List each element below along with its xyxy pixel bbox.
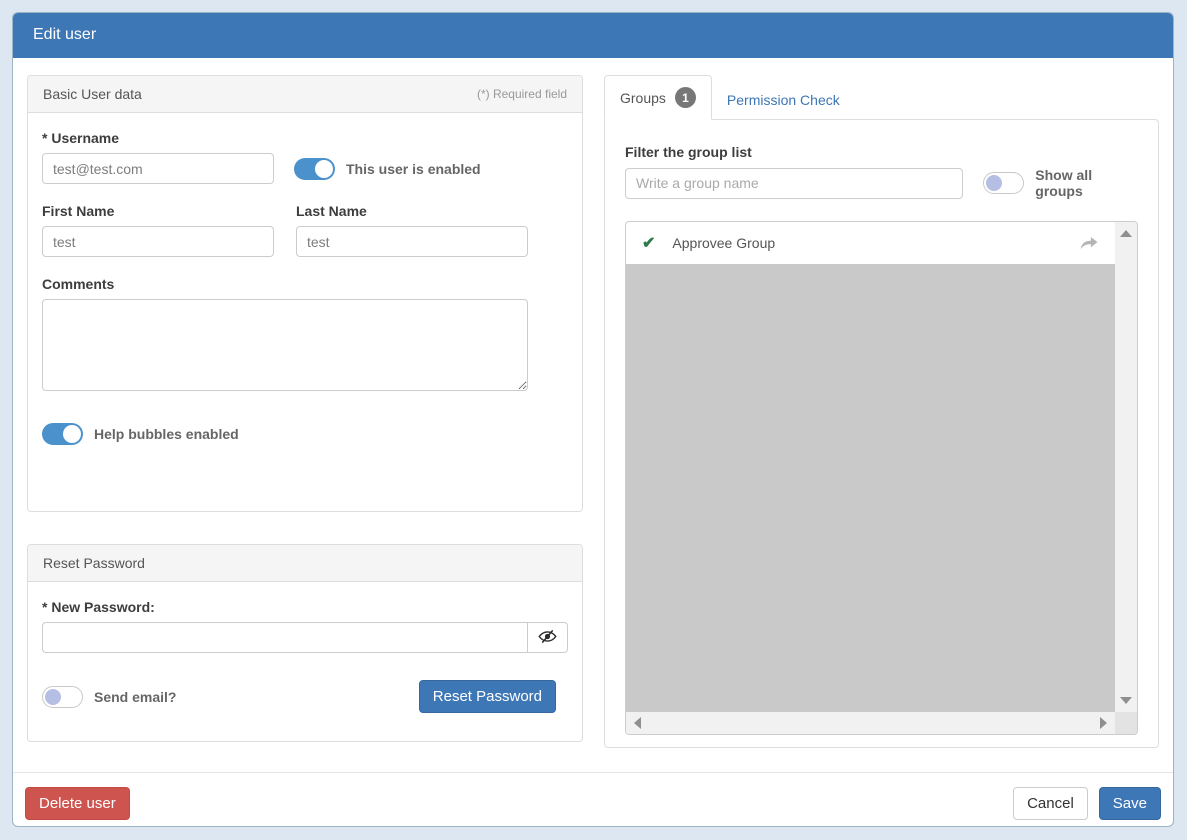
dialog-body: Basic User data (*) Required field * Use… — [13, 58, 1173, 748]
user-enabled-label: This user is enabled — [346, 160, 481, 177]
left-column: Basic User data (*) Required field * Use… — [27, 75, 583, 748]
reset-password-button[interactable]: Reset Password — [418, 680, 556, 713]
comments-textarea[interactable] — [42, 299, 528, 391]
username-input[interactable] — [42, 153, 274, 184]
tab-groups[interactable]: Groups 1 — [604, 75, 712, 120]
basic-user-data-panel: Basic User data (*) Required field * Use… — [27, 75, 583, 512]
checkmark-icon: ✔ — [642, 235, 656, 252]
dialog-title: Edit user — [13, 13, 1173, 58]
send-email-label: Send email? — [94, 688, 177, 705]
scrollbar-corner — [1115, 712, 1137, 734]
username-label: * Username — [42, 130, 120, 146]
group-list: ✔ Approvee Group — [625, 221, 1138, 735]
first-name-label: First Name — [42, 203, 115, 219]
scroll-up-icon[interactable] — [1120, 230, 1132, 237]
groups-count-badge: 1 — [674, 87, 696, 108]
share-arrow-icon[interactable] — [1079, 236, 1099, 251]
required-field-note: (*) Required field — [476, 87, 567, 101]
scroll-left-icon[interactable] — [634, 717, 641, 729]
cancel-button[interactable]: Cancel — [1013, 787, 1088, 820]
toggle-knob — [315, 159, 333, 178]
delete-user-button[interactable]: Delete user — [25, 787, 130, 820]
last-name-input[interactable] — [296, 226, 528, 257]
save-button[interactable]: Save — [1098, 787, 1161, 820]
send-email-toggle[interactable] — [42, 685, 83, 708]
dialog-footer: Delete user Cancel Save — [13, 772, 1173, 826]
toggle-knob — [986, 175, 1003, 191]
tab-groups-label: Groups — [620, 89, 666, 106]
last-name-field: Last Name — [296, 203, 528, 257]
scroll-right-icon[interactable] — [1100, 717, 1107, 729]
show-all-groups-label: Show all groups — [1035, 167, 1093, 199]
first-name-field: First Name — [42, 203, 274, 257]
reset-password-panel: Reset Password * New Password: Send emai… — [27, 544, 583, 742]
edit-user-dialog: Edit user Basic User data (*) Required f… — [12, 12, 1174, 827]
reset-panel-header: Reset Password — [28, 545, 582, 582]
comments-label: Comments — [42, 276, 115, 292]
basic-panel-body: * Username This user is enabled First Na… — [28, 113, 582, 462]
first-name-input[interactable] — [42, 226, 274, 257]
horizontal-scrollbar[interactable] — [626, 712, 1115, 734]
user-enabled-toggle[interactable] — [294, 157, 335, 180]
basic-panel-title: Basic User data — [43, 86, 142, 102]
scroll-down-icon[interactable] — [1120, 697, 1132, 704]
groups-tab-panel: Filter the group list Show all groups ✔ … — [604, 119, 1159, 748]
help-bubbles-toggle[interactable] — [42, 423, 83, 445]
show-all-groups-toggle[interactable] — [983, 172, 1025, 194]
toggle-knob — [45, 688, 61, 705]
reset-panel-title: Reset Password — [43, 555, 145, 571]
eye-slash-icon — [538, 627, 557, 649]
tab-permission-check-label: Permission Check — [726, 92, 840, 108]
groups-tabs: Groups 1 Permission Check — [604, 75, 1159, 120]
vertical-scrollbar[interactable] — [1115, 222, 1137, 712]
toggle-knob — [63, 425, 81, 443]
filter-group-label: Filter the group list — [625, 144, 752, 160]
tab-permission-check[interactable]: Permission Check — [712, 81, 855, 119]
group-name: Approvee Group — [672, 235, 776, 251]
basic-panel-header: Basic User data (*) Required field — [28, 76, 582, 113]
new-password-input[interactable] — [42, 622, 528, 653]
new-password-label: * New Password: — [42, 599, 155, 615]
group-filter-input[interactable] — [625, 167, 964, 199]
group-row[interactable]: ✔ Approvee Group — [626, 222, 1115, 264]
show-password-button[interactable] — [528, 622, 568, 653]
last-name-label: Last Name — [296, 203, 367, 219]
right-column: Groups 1 Permission Check Filter the gro… — [604, 75, 1159, 748]
group-list-content: ✔ Approvee Group — [626, 222, 1115, 712]
help-bubbles-label: Help bubbles enabled — [94, 426, 239, 442]
reset-panel-body: * New Password: Send email? Reset Passwo… — [28, 582, 582, 730]
